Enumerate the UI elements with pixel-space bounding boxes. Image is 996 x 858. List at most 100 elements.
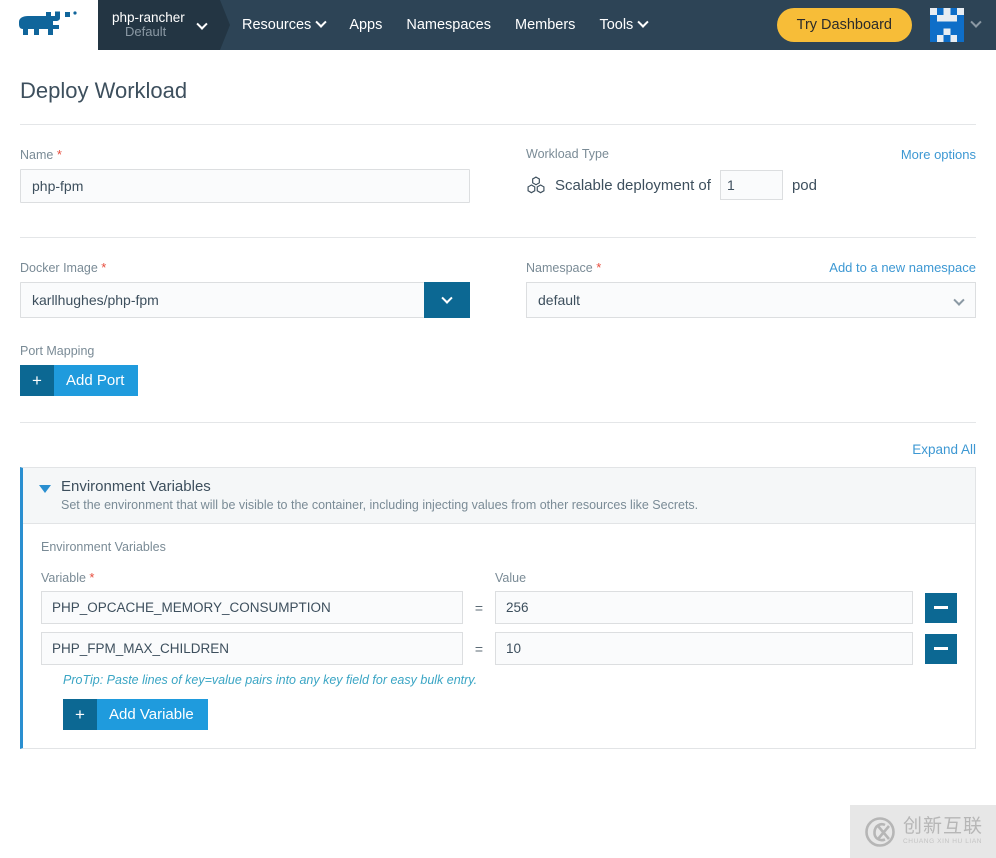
chevron-down-icon: [317, 17, 325, 33]
form-row-image-namespace: Docker Image * Namespace * Add to a new …: [20, 238, 976, 318]
col-variable-label-text: Variable: [41, 571, 86, 585]
nav-item-resources[interactable]: Resources: [242, 17, 325, 33]
docker-image-field: [20, 282, 470, 318]
add-port-button[interactable]: + Add Port: [20, 365, 138, 396]
env-key-input[interactable]: [41, 632, 463, 665]
namespace-select[interactable]: default: [526, 282, 976, 318]
workload-type-suffix: pod: [792, 177, 817, 194]
namespace-label-text: Namespace: [526, 261, 593, 275]
rancher-logo[interactable]: [0, 0, 98, 50]
name-label-text: Name: [20, 148, 53, 162]
add-port-label: Add Port: [54, 365, 138, 396]
required-marker: *: [89, 570, 94, 585]
nav-item-tools[interactable]: Tools: [599, 17, 647, 33]
accordion-subtitle: Set the environment that will be visible…: [61, 498, 698, 512]
env-value-input[interactable]: [495, 632, 913, 665]
try-dashboard-button[interactable]: Try Dashboard: [777, 8, 912, 42]
col-value-label: Value: [495, 571, 957, 585]
docker-image-dropdown-button[interactable]: [424, 282, 470, 318]
env-value-cell: [495, 591, 913, 624]
pod-count-input[interactable]: [720, 170, 783, 200]
env-column-headers: Variable * Value: [41, 570, 957, 585]
watermark: 创新互联 CHUANG XIN HU LIAN: [850, 805, 996, 858]
accordion-header[interactable]: Environment Variables Set the environmen…: [23, 468, 975, 524]
chevron-down-icon: [639, 17, 647, 33]
user-menu[interactable]: [930, 0, 980, 50]
env-key-input[interactable]: [41, 591, 463, 624]
docker-image-label: Docker Image *: [20, 260, 470, 275]
nav-label: Tools: [599, 17, 633, 33]
cluster-name: php-rancher: [112, 10, 185, 26]
nav-label: Members: [515, 17, 575, 33]
required-marker: *: [57, 147, 62, 162]
env-section-label: Environment Variables: [41, 540, 957, 554]
watermark-cn: 创新互联: [903, 817, 983, 836]
user-identicon-avatar-icon: [930, 8, 964, 42]
cx-circle-logo-icon: [863, 815, 897, 849]
docker-image-group: Docker Image *: [20, 260, 470, 318]
equals-sign: =: [463, 641, 495, 657]
expand-all-row: Expand All: [20, 423, 976, 467]
accordion-title: Environment Variables: [61, 478, 698, 495]
plus-icon: +: [20, 365, 54, 396]
col-variable-label: Variable *: [41, 570, 463, 585]
minus-icon: [934, 647, 948, 650]
workload-type-prefix: Scalable deployment of: [555, 177, 711, 194]
nav-item-members[interactable]: Members: [515, 17, 575, 33]
nav-label: Namespaces: [406, 17, 491, 33]
col-variable-header: Variable *: [41, 570, 463, 585]
env-value-input[interactable]: [495, 591, 913, 624]
chevron-down-icon: [198, 18, 206, 36]
env-key-cell: [41, 591, 463, 624]
cluster-labels: php-rancher Default: [112, 10, 185, 40]
accordion-header-text: Environment Variables Set the environmen…: [61, 478, 698, 512]
remove-env-var-button[interactable]: [925, 593, 957, 623]
top-navigation-bar: php-rancher Default Resources Apps Names…: [0, 0, 996, 50]
watermark-pinyin: CHUANG XIN HU LIAN: [903, 839, 983, 846]
form-row-name-workload: Name * Workload Type More options Scalab…: [20, 125, 976, 203]
page-title: Deploy Workload: [20, 78, 976, 104]
name-input[interactable]: [20, 169, 470, 203]
nav-links: Resources Apps Namespaces Members Tools: [242, 0, 647, 50]
add-new-namespace-link[interactable]: Add to a new namespace: [829, 260, 976, 275]
accordion-body: Environment Variables Variable * Value: [23, 524, 975, 748]
cluster-project-selector[interactable]: php-rancher Default: [98, 0, 220, 50]
required-marker: *: [101, 260, 106, 275]
namespace-group: Namespace * Add to a new namespace defau…: [526, 260, 976, 318]
env-value-cell: [495, 632, 913, 665]
docker-image-label-text: Docker Image: [20, 261, 98, 275]
chevron-down-icon: [972, 16, 980, 34]
chevron-down-icon: [443, 293, 451, 308]
name-field-group: Name *: [20, 147, 470, 203]
page-body: Deploy Workload Name * Workload Type Mor…: [0, 78, 996, 749]
nav-label: Resources: [242, 17, 311, 33]
name-label: Name *: [20, 147, 470, 162]
port-mapping-label: Port Mapping: [20, 344, 976, 358]
environment-variables-accordion: Environment Variables Set the environmen…: [20, 467, 976, 749]
workload-type-row: Scalable deployment of pod: [526, 168, 976, 202]
docker-image-input[interactable]: [20, 282, 424, 318]
expand-all-link[interactable]: Expand All: [912, 442, 976, 457]
protip-text: ProTip: Paste lines of key=value pairs i…: [63, 673, 957, 687]
minus-icon: [934, 606, 948, 609]
nav-item-apps[interactable]: Apps: [349, 17, 382, 33]
nav-item-namespaces[interactable]: Namespaces: [406, 17, 491, 33]
env-var-row: =: [41, 591, 957, 624]
watermark-text: 创新互联 CHUANG XIN HU LIAN: [903, 817, 983, 846]
equals-sign: =: [463, 600, 495, 616]
nav-label: Apps: [349, 17, 382, 33]
more-options-link[interactable]: More options: [901, 147, 976, 162]
port-mapping-group: Port Mapping + Add Port: [20, 318, 976, 396]
namespace-select-wrap: default: [526, 282, 976, 318]
col-value-header: Value: [495, 571, 957, 585]
plus-icon: +: [63, 699, 97, 730]
remove-env-var-button[interactable]: [925, 634, 957, 664]
env-var-row: =: [41, 632, 957, 665]
required-marker: *: [596, 260, 601, 275]
nav-spacer: [647, 0, 776, 50]
add-variable-button[interactable]: + Add Variable: [63, 699, 208, 730]
project-name: Default: [112, 25, 185, 40]
rancher-cow-logo-icon: [15, 10, 83, 40]
env-key-cell: [41, 632, 463, 665]
scalable-deployment-icon: [526, 175, 546, 195]
